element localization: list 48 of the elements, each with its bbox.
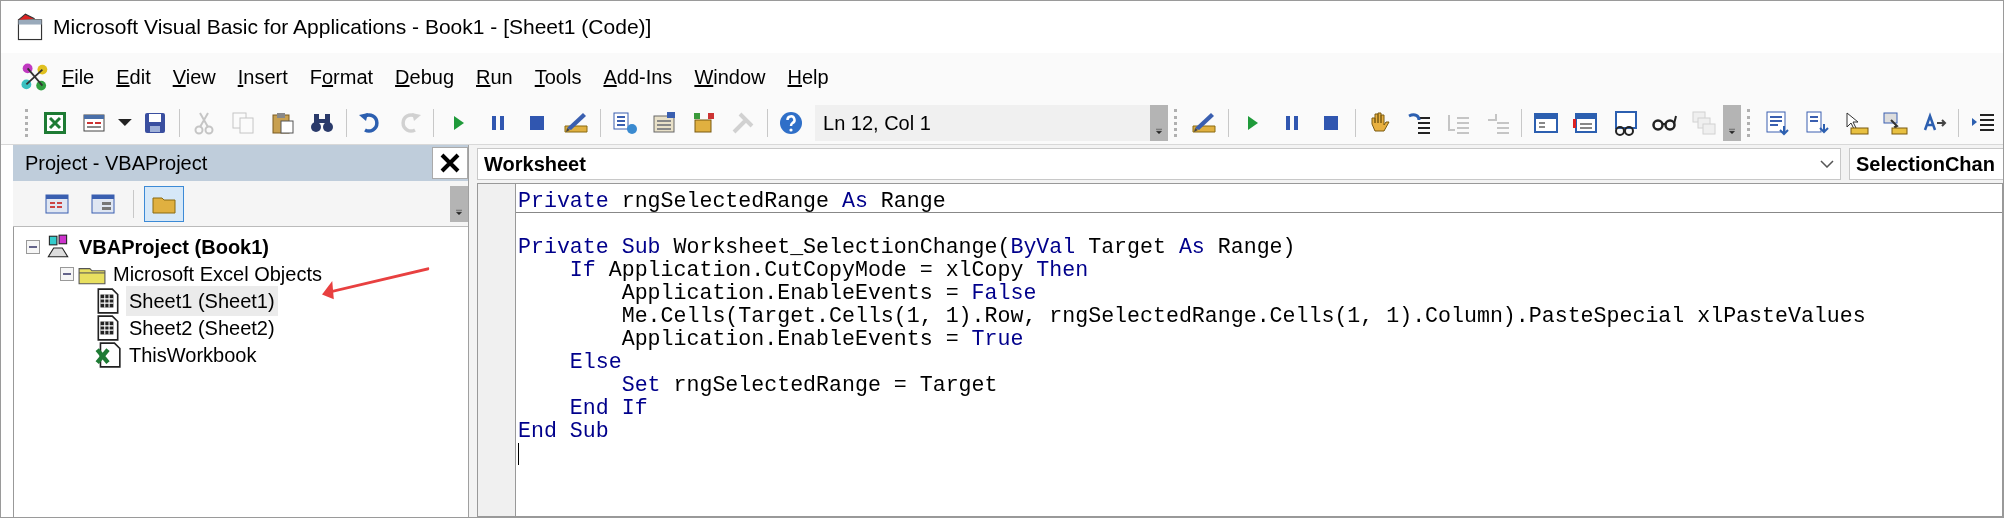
menu-item[interactable]: Format <box>298 62 385 92</box>
code-line: Else <box>568 351 623 374</box>
menu-item[interactable]: Insert <box>226 62 299 92</box>
text-cursor <box>518 443 519 465</box>
toolbar-overflow-button[interactable] <box>1150 104 1169 141</box>
window-title: Microsoft Visual Basic for Applications - Book1 - [Sheet1 (Code)] <box>53 14 652 41</box>
list-constants-icon <box>1803 109 1830 136</box>
code-editor[interactable] <box>477 183 2003 517</box>
workbook-icon <box>94 340 122 369</box>
caret-icon <box>117 119 132 126</box>
menu-item[interactable]: Run <box>465 62 524 92</box>
menu-item[interactable]: Window <box>683 62 777 92</box>
close-button[interactable] <box>432 147 468 179</box>
panel-title: Project - VBAProject <box>25 151 208 176</box>
project-explorer-icon <box>611 109 638 136</box>
chevron-down-icon <box>1820 160 1834 168</box>
collapse-icon[interactable] <box>26 239 40 254</box>
excel-icon <box>41 109 68 136</box>
code-line: Application.EnableEvents = False <box>620 282 1038 305</box>
menu-item[interactable]: Add-Ins <box>592 62 684 92</box>
code-line: Private rngSelectedRange As Range <box>516 190 2002 213</box>
code-line: End If <box>568 397 649 420</box>
menu-item[interactable]: Tools <box>523 62 593 92</box>
copy-icon <box>230 109 257 136</box>
menu-item[interactable]: File <box>51 62 106 92</box>
call-stack-icon <box>1690 109 1717 136</box>
code-line: End Sub <box>517 420 610 443</box>
object-dropdown[interactable]: Worksheet <box>477 148 1841 180</box>
parameter-info-icon <box>1882 109 1909 136</box>
position-field: Ln 12, Col 1 <box>815 104 1151 141</box>
code-line: If Application.CutCopyMode = xlCopy Then <box>568 259 1090 282</box>
menu-item[interactable]: Debug <box>384 62 466 92</box>
list-properties-icon <box>1764 109 1791 136</box>
help-icon <box>778 109 805 136</box>
collapse-icon[interactable] <box>60 266 74 281</box>
menu-item[interactable]: View <box>161 62 227 92</box>
menu-item[interactable]: Help <box>776 62 840 92</box>
code-line: Me.Cells(Target.Cells(1, 1).Row, rngSelectedRange.Cells(1, 1).Column).PasteSpecial xlPasteValues <box>620 305 1867 328</box>
code-line: Application.EnableEvents = True <box>621 328 1025 351</box>
folder-button[interactable] <box>144 185 184 222</box>
code-line: Set rngSelectedRange = Target <box>620 374 999 397</box>
tree-item[interactable]: Sheet1 (Sheet1) <box>126 285 278 316</box>
menu-item[interactable]: Edit <box>105 62 162 92</box>
properties-icon <box>651 109 678 136</box>
toolbar-overflow-button[interactable] <box>450 185 468 222</box>
toolbar-overflow-button[interactable] <box>1723 104 1742 141</box>
code-line: Private Sub Worksheet_SelectionChange(ByVal Target As Range) <box>517 236 1297 259</box>
procedure-dropdown[interactable]: SelectionChan <box>1849 148 2003 180</box>
